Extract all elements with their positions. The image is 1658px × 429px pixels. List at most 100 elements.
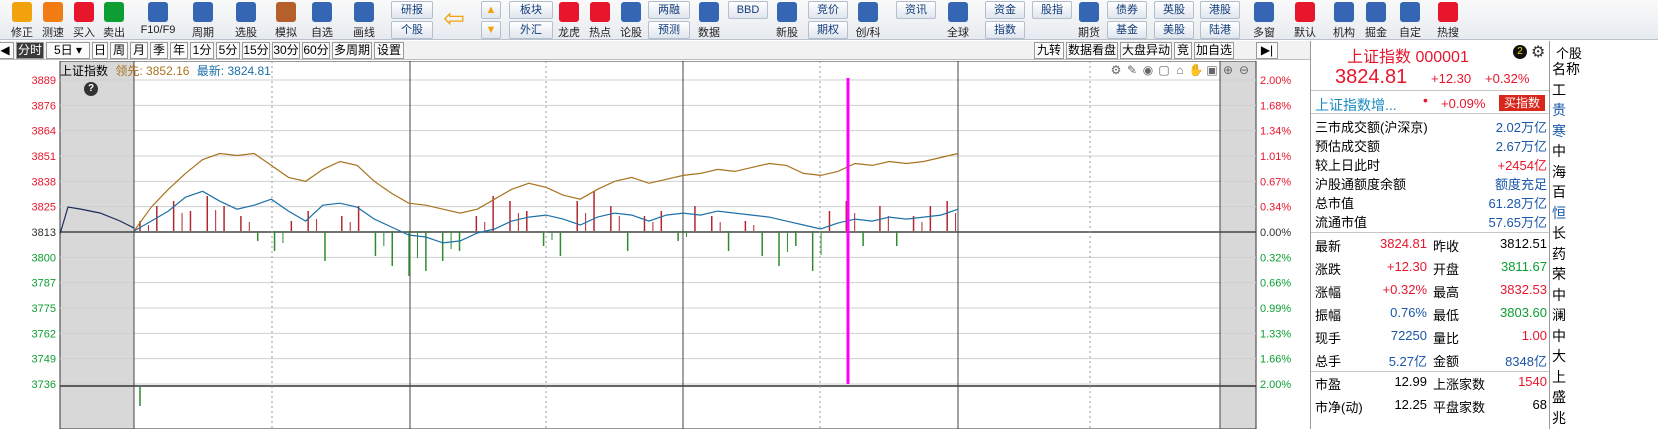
period-right-tab-1[interactable]: 数据看盘 xyxy=(1066,42,1118,59)
help-icon[interactable]: ? xyxy=(84,82,98,96)
side-list-item[interactable]: 大 xyxy=(1552,346,1566,366)
toolbar-top-button-10[interactable]: 港股 xyxy=(1200,1,1240,19)
toolbar-label: F10/F9 xyxy=(140,24,176,36)
toolbar-button-5[interactable]: 周期 xyxy=(185,0,221,40)
period-tab-10[interactable]: 30分 xyxy=(272,42,300,59)
side-list-item[interactable]: 名称 xyxy=(1552,59,1580,79)
period-right-tab-4[interactable]: 加自选 xyxy=(1194,42,1234,59)
side-list-item[interactable]: 兆 xyxy=(1552,408,1566,428)
side-list-item[interactable]: 贵 xyxy=(1552,100,1566,120)
notification-badge[interactable]: 2 xyxy=(1513,45,1527,59)
toolbar-button-20[interactable]: 机构 xyxy=(1326,0,1362,40)
y-tick-left: 3736 xyxy=(32,379,56,391)
toolbar-button-4[interactable]: F10/F9 xyxy=(140,0,176,40)
zoom-out-icon[interactable]: ⊖ xyxy=(1236,63,1252,77)
toolbar-top-button-6[interactable]: 资金 xyxy=(985,1,1025,19)
toolbar-bottom-button-9[interactable]: 美股 xyxy=(1154,21,1194,39)
period-tab-0[interactable]: 分时 xyxy=(16,42,44,59)
toolbar-button-13[interactable]: 数据 xyxy=(691,0,727,40)
period-tab-5[interactable]: 季 xyxy=(150,42,168,59)
unlock-icon[interactable]: ▣ xyxy=(1204,63,1220,77)
toolbar-button-19[interactable]: 默认 xyxy=(1287,0,1323,40)
toolbar-top-button-9[interactable]: 英股 xyxy=(1154,1,1194,19)
hand-icon[interactable]: ✋ xyxy=(1188,63,1204,77)
period-tab-11[interactable]: 60分 xyxy=(302,42,330,59)
period-tab-3[interactable]: 周 xyxy=(110,42,128,59)
next-panel-icon[interactable]: ▶| xyxy=(1256,42,1278,59)
period-tab-9[interactable]: 15分 xyxy=(242,42,270,59)
toolbar-top-button-1[interactable]: 板块 xyxy=(509,1,553,19)
toolbar-button-17[interactable]: 期货 xyxy=(1071,0,1107,40)
period-tab-4[interactable]: 月 xyxy=(130,42,148,59)
side-list-item[interactable]: 长 xyxy=(1552,223,1566,243)
toolbar-bottom-button-2[interactable]: 预测 xyxy=(648,21,690,39)
toolbar-button-7[interactable]: 模拟 xyxy=(268,0,304,40)
side-list-item[interactable]: 中 xyxy=(1552,141,1566,161)
eye-icon[interactable]: ◉ xyxy=(1140,63,1156,77)
toolbar-button-8[interactable]: 自选 xyxy=(304,0,340,40)
toolbar-bottom-button-6[interactable]: 指数 xyxy=(985,21,1025,39)
period-tab-2[interactable]: 日 xyxy=(92,42,108,59)
side-list-item[interactable]: 药 xyxy=(1552,244,1566,264)
buy-index-button[interactable]: 买指数 xyxy=(1499,95,1545,111)
period-tab-8[interactable]: 5分 xyxy=(216,42,240,59)
toolbar-button-12[interactable]: 论股 xyxy=(613,0,649,40)
side-list-item[interactable]: 澜 xyxy=(1552,305,1566,325)
side-list-item[interactable]: 荣 xyxy=(1552,264,1566,284)
back-arrow-icon[interactable]: ⇦ xyxy=(440,0,468,40)
period-tab-6[interactable]: 年 xyxy=(170,42,188,59)
period-right-tab-3[interactable]: 竞 xyxy=(1174,42,1192,59)
intraday-chart[interactable]: 3889 2.00% 3876 1.68% 3864 1.34% 3851 1.01% 3838… xyxy=(0,61,1310,429)
toolbar-top-button-4[interactable]: 竞价 xyxy=(808,1,848,19)
chart-frame xyxy=(59,61,1257,429)
side-list-item[interactable]: 百 xyxy=(1552,182,1566,202)
toolbar-button-21[interactable]: 掘金 xyxy=(1358,0,1394,40)
period-tab-1[interactable]: 5日 ▾ xyxy=(46,42,90,59)
settings-icon[interactable]: ⚙ xyxy=(1108,63,1124,77)
toolbar-button-22[interactable]: 自定 xyxy=(1392,0,1428,40)
side-list-item[interactable]: 工 xyxy=(1552,80,1566,100)
side-list-item[interactable]: 中 xyxy=(1552,285,1566,305)
toolbar-top-button-5[interactable]: 资讯 xyxy=(896,1,936,19)
toolbar-top-button-0[interactable]: 研报 xyxy=(391,1,433,19)
side-list-item[interactable]: 寒 xyxy=(1552,121,1566,141)
toolbar-top-button-8[interactable]: 债券 xyxy=(1107,1,1147,19)
side-list-item[interactable]: 盛 xyxy=(1552,387,1566,407)
toolbar-button-23[interactable]: 热搜 xyxy=(1430,0,1466,40)
side-list-item[interactable]: 上 xyxy=(1552,367,1566,387)
side-list-item[interactable]: 海 xyxy=(1552,162,1566,182)
toolbar-button-18[interactable]: 多窗 xyxy=(1246,0,1282,40)
side-list-item[interactable]: 中 xyxy=(1552,326,1566,346)
toolbar-button-3[interactable]: 卖出 xyxy=(96,0,132,40)
toolbar-button-14[interactable]: 新股 xyxy=(769,0,805,40)
period-tab-12[interactable]: 多周期 xyxy=(332,42,372,59)
y-tick-right: 0.32% xyxy=(1260,252,1291,264)
period-right-tab-0[interactable]: 九转 xyxy=(1034,42,1064,59)
toolbar-button-9[interactable]: 画线 xyxy=(346,0,382,40)
toolbar-top-button-3[interactable]: BBD xyxy=(728,1,768,19)
toolbar-top-button-2[interactable]: 两融 xyxy=(648,1,690,19)
toolbar-top-button-7[interactable]: 股指 xyxy=(1032,1,1072,19)
up-arrow-icon[interactable]: ▲ xyxy=(481,1,501,19)
toolbar-bottom-button-4[interactable]: 期权 xyxy=(808,21,848,39)
toolbar-bottom-button-1[interactable]: 外汇 xyxy=(509,21,553,39)
toolbar-bottom-button-0[interactable]: 个股 xyxy=(391,21,433,39)
side-list-item[interactable]: 恒 xyxy=(1552,203,1566,223)
back-icon[interactable]: ◀ xyxy=(0,42,14,59)
toolbar-button-15[interactable]: 创/科 xyxy=(850,0,886,40)
period-tab-7[interactable]: 1分 xyxy=(190,42,214,59)
period-right-tab-2[interactable]: 大盘异动 xyxy=(1120,42,1172,59)
pen-icon[interactable]: ✎ xyxy=(1124,63,1140,77)
down-arrow-icon[interactable]: ▼ xyxy=(481,21,501,39)
gear-icon[interactable]: ⚙ xyxy=(1531,42,1545,62)
toolbar-button-16[interactable]: 全球 xyxy=(940,0,976,40)
sub-index-row[interactable]: 上证指数增... • +0.09% 买指数 xyxy=(1311,92,1549,114)
toolbar-bottom-button-10[interactable]: 陆港 xyxy=(1200,21,1240,39)
trash-icon[interactable]: ▢ xyxy=(1156,63,1172,77)
period-tab-13[interactable]: 设置 xyxy=(374,42,404,59)
toolbar-button-6[interactable]: 选股 xyxy=(228,0,264,40)
zoom-in-icon[interactable]: ⊕ xyxy=(1220,63,1236,77)
lock-icon[interactable]: ⌂ xyxy=(1172,63,1188,77)
toolbar-bottom-button-8[interactable]: 基金 xyxy=(1107,21,1147,39)
quote-row: 市盈 12.99 上涨家数 1540 xyxy=(1311,371,1549,394)
